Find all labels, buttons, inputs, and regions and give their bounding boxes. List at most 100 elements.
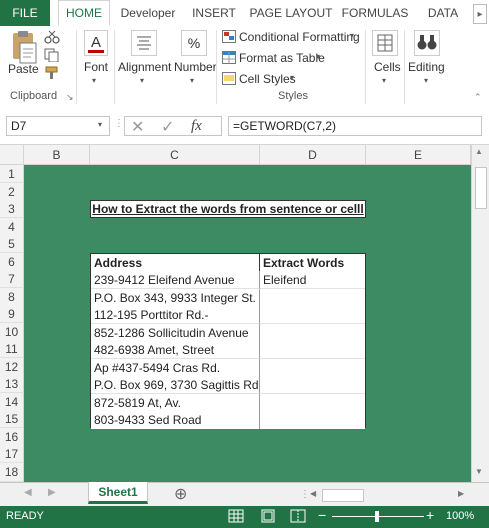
address-cell[interactable]: 872-5819 At, Av. [91, 394, 260, 412]
alignment-icon[interactable] [131, 30, 157, 56]
hscroll-left-icon[interactable]: ◀ [310, 489, 316, 498]
clipboard-group-label: Clipboard [10, 90, 58, 102]
binoculars-icon[interactable] [414, 30, 440, 56]
column-header-e[interactable]: E [366, 145, 471, 165]
extract-cell[interactable] [260, 359, 365, 377]
extract-cell[interactable] [260, 341, 365, 359]
column-header-d[interactable]: D [260, 145, 366, 165]
add-sheet-button[interactable]: ⊕ [174, 484, 187, 504]
cut-icon[interactable] [44, 30, 60, 44]
extract-cell[interactable] [260, 376, 365, 394]
sheet-tab-sheet1[interactable]: Sheet1 [88, 482, 148, 504]
font-icon[interactable]: A [84, 30, 108, 56]
row-header[interactable]: 18 [0, 463, 24, 482]
svg-text:%: % [188, 35, 200, 51]
name-box[interactable]: D7 [6, 116, 110, 136]
tab-data[interactable]: DATA [418, 0, 468, 26]
select-all-corner[interactable] [0, 145, 24, 165]
format-painter-icon[interactable] [44, 66, 60, 80]
row-header[interactable]: 4 [0, 218, 24, 236]
formula-input[interactable]: =GETWORD(C7,2) [228, 116, 482, 136]
extract-cell[interactable] [260, 411, 365, 429]
cells-icon[interactable] [372, 30, 398, 56]
row-header[interactable]: 15 [0, 410, 24, 428]
scroll-down-icon[interactable]: ▼ [475, 467, 483, 476]
table-header-address[interactable]: Address [91, 254, 260, 272]
alignment-button[interactable]: Alignment [118, 60, 171, 74]
row-header[interactable]: 10 [0, 323, 24, 341]
extract-cell[interactable]: Eleifend [260, 271, 365, 289]
tab-split-handle-icon[interactable]: ⋮ [300, 489, 310, 500]
cell-styles-button[interactable]: Cell Styles [239, 72, 296, 86]
row-header[interactable]: 7 [0, 270, 24, 288]
conditional-formatting-button[interactable]: Conditional Formatting [239, 30, 360, 44]
tab-insert[interactable]: INSERT [186, 0, 242, 26]
drag-handle-icon[interactable]: ⋮ [114, 118, 124, 129]
row-header[interactable]: 6 [0, 253, 24, 271]
address-cell[interactable]: P.O. Box 343, 9933 Integer St. [91, 289, 260, 307]
zoom-level[interactable]: 100% [446, 510, 474, 522]
extract-cell[interactable] [260, 394, 365, 412]
tab-page-layout[interactable]: PAGE LAYOUT [248, 0, 334, 26]
insert-function-icon[interactable]: fx [191, 118, 202, 135]
tab-file[interactable]: FILE [0, 0, 50, 26]
address-cell[interactable]: Ap #437-5494 Cras Rd. [91, 359, 260, 377]
cells-button[interactable]: Cells [374, 60, 401, 74]
page-layout-view-icon[interactable] [260, 509, 276, 523]
scroll-up-icon[interactable]: ▲ [475, 147, 483, 156]
collapse-ribbon-icon[interactable]: ⌃ [474, 92, 482, 103]
address-cell[interactable]: P.O. Box 969, 3730 Sagittis Rd. [91, 376, 260, 394]
tab-formulas[interactable]: FORMULAS [340, 0, 410, 26]
zoom-out-icon[interactable]: − [318, 507, 326, 523]
address-cell[interactable]: 852-1286 Sollicitudin Avenue [91, 324, 260, 342]
paste-icon[interactable] [6, 30, 40, 66]
row-header[interactable]: 3 [0, 200, 24, 218]
vertical-scrollbar[interactable]: ▲ ▼ [471, 145, 489, 482]
extract-cell[interactable] [260, 289, 365, 307]
normal-view-icon[interactable] [228, 509, 244, 523]
chevron-down-icon[interactable]: ▾ [98, 120, 102, 129]
column-header-b[interactable]: B [24, 145, 90, 165]
row-header[interactable]: 8 [0, 288, 24, 306]
row-header[interactable]: 1 [0, 165, 24, 183]
format-as-table-button[interactable]: Format as Table [239, 51, 325, 65]
row-header[interactable]: 5 [0, 235, 24, 253]
tab-home[interactable]: HOME [58, 0, 110, 26]
sheet-nav-prev-icon[interactable]: ◀ [24, 487, 32, 498]
row-header[interactable]: 13 [0, 375, 24, 393]
editing-button[interactable]: Editing [408, 60, 445, 74]
row-header[interactable]: 12 [0, 358, 24, 376]
address-cell[interactable]: 803-9433 Sed Road [91, 411, 260, 429]
copy-icon[interactable] [44, 48, 60, 63]
enter-icon[interactable]: ✓ [161, 117, 174, 137]
extract-cell[interactable] [260, 306, 365, 324]
address-cell[interactable]: 482-6938 Amet, Street [91, 341, 260, 359]
hscroll-thumb[interactable] [322, 489, 364, 502]
percent-icon[interactable]: % [181, 30, 207, 56]
extract-cell[interactable] [260, 324, 365, 342]
row-header[interactable]: 9 [0, 305, 24, 323]
row-header[interactable]: 14 [0, 393, 24, 411]
column-header-c[interactable]: C [90, 145, 260, 165]
table-header-extract-words[interactable]: Extract Words [260, 254, 365, 272]
cancel-icon[interactable]: ✕ [131, 117, 144, 137]
row-header[interactable]: 17 [0, 445, 24, 463]
row-header[interactable]: 16 [0, 428, 24, 446]
font-button[interactable]: Font [84, 60, 108, 74]
row-header[interactable]: 11 [0, 340, 24, 358]
address-cell[interactable]: 239-9412 Eleifend Avenue [91, 271, 260, 289]
tab-scroll-right-icon[interactable]: ▸ [473, 4, 487, 24]
clipboard-launcher-icon[interactable]: ↘ [66, 92, 74, 103]
row-header[interactable]: 2 [0, 183, 24, 201]
number-button[interactable]: Number [174, 60, 217, 74]
address-cell[interactable]: 112-195 Porttitor Rd.- [91, 306, 260, 324]
tab-developer[interactable]: Developer [116, 0, 180, 26]
scroll-thumb[interactable] [475, 167, 487, 209]
sheet-nav-next-icon[interactable]: ▶ [48, 487, 56, 498]
zoom-in-icon[interactable]: + [426, 507, 434, 523]
hscroll-right-icon[interactable]: ▶ [458, 489, 464, 498]
zoom-slider-thumb[interactable] [375, 511, 379, 522]
sheet-title[interactable]: How to Extract the words from sentence o… [90, 200, 366, 218]
page-break-view-icon[interactable] [290, 509, 306, 523]
paste-button[interactable]: Paste [8, 62, 39, 76]
